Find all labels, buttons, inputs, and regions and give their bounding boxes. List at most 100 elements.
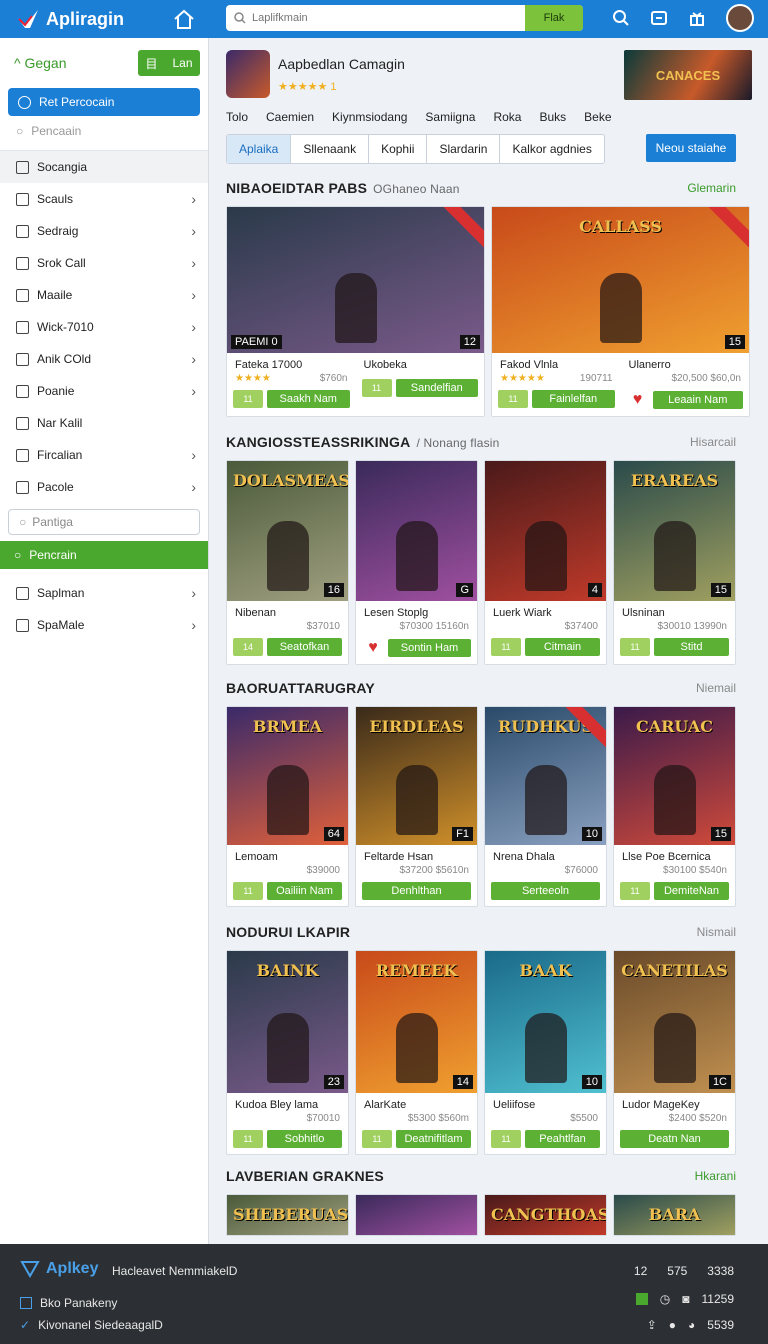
subnav-link[interactable]: Kiynmsiodang <box>332 110 407 124</box>
sidebar-title[interactable]: ^ Gegan <box>14 55 67 71</box>
get-button[interactable]: Seatofkan <box>267 638 342 656</box>
card-artwork[interactable]: BAINK 23 <box>227 951 348 1093</box>
section-see-all-link[interactable]: Nismail <box>697 925 736 939</box>
app-card[interactable]: RUDHKUS 10 Nrena Dhala $76000 Serteeoln <box>484 706 607 907</box>
subnav-link[interactable]: Samiigna <box>425 110 475 124</box>
get-button[interactable]: Sandelfian <box>395 379 478 397</box>
search-button[interactable]: Flak <box>525 5 583 31</box>
get-button[interactable]: Oailiin Nam <box>267 882 342 900</box>
card-artwork[interactable]: RUDHKUS 10 <box>485 707 606 845</box>
tab[interactable]: Kalkor agdnies <box>500 135 603 163</box>
app-card[interactable]: EIRDLEAS F1 Feltarde Hsan $37200 $5610n Denh… <box>355 706 478 907</box>
card-name[interactable]: Ludor MageKey <box>614 1093 735 1111</box>
featured-app[interactable]: Aapbedlan Camagin ★★★★★ 1 CANACES <box>226 50 752 106</box>
sidebar-item[interactable]: Anik COld › <box>0 343 208 375</box>
app-card[interactable]: REMEEK 14 AlarKate $5300 $560m 11 Deatnifitla… <box>355 950 478 1155</box>
card-name[interactable]: Lesen Stoplg <box>356 601 477 619</box>
get-button[interactable]: Deatn Nan <box>620 1130 729 1148</box>
app-card[interactable]: 4 Luerk Wiark $37400 11 Citmain <box>484 460 607 665</box>
tab[interactable]: Aplaika <box>227 135 292 163</box>
card-name[interactable]: Luerk Wiark <box>485 601 606 619</box>
card-name[interactable]: Nibenan <box>227 601 348 619</box>
card-artwork[interactable]: BRMEA 64 <box>227 707 348 845</box>
sidebar-item[interactable]: Wick-7010 › <box>0 311 208 343</box>
sidebar-item[interactable]: Maaile › <box>0 279 208 311</box>
card-name[interactable]: Nrena Dhala <box>485 845 606 863</box>
app-card[interactable]: 12 PAEMI 0 Fateka 17000 ★★★★ $760n 11 Saakh Na… <box>226 206 485 417</box>
card-artwork[interactable]: REMEEK 14 <box>356 951 477 1093</box>
card-name[interactable]: Fakod Vlnla <box>492 353 621 371</box>
featured-banner[interactable]: CANACES <box>624 50 752 100</box>
sidebar-item[interactable]: Socangia <box>0 151 208 183</box>
sidebar-item-active[interactable]: Ret Percocain <box>8 88 200 116</box>
tab[interactable]: Kophii <box>369 135 428 163</box>
featured-app-icon[interactable] <box>226 50 270 98</box>
footer-link[interactable]: ✓ Kivonanel SiedeaagalD <box>20 1318 163 1332</box>
card-name[interactable]: Kudoa Bley lama <box>227 1093 348 1111</box>
get-button[interactable]: Sobhitlo <box>267 1130 342 1148</box>
get-button[interactable]: Leaain Nam <box>652 391 743 409</box>
heart-icon[interactable]: ♥ <box>627 390 649 410</box>
card-artwork[interactable] <box>356 1195 477 1235</box>
card-artwork[interactable]: CALLASS 15 <box>492 207 749 353</box>
card-name[interactable]: Ueliifose <box>485 1093 606 1111</box>
sidebar-item[interactable]: Srok Call › <box>0 247 208 279</box>
tab[interactable]: Slardarin <box>427 135 501 163</box>
app-card[interactable]: BAAK 10 Ueliifose $5500 11 Peahtlfan <box>484 950 607 1155</box>
card-artwork[interactable]: CANGTHOAS <box>485 1195 606 1235</box>
app-card[interactable]: BAINK 23 Kudoa Bley lama $70010 11 Sobhitlo <box>226 950 349 1155</box>
card-artwork[interactable]: ERAREAS 15 <box>614 461 735 601</box>
heart-icon[interactable]: ♥ <box>362 638 384 658</box>
section-see-all-link[interactable]: Hkarani <box>695 1169 736 1183</box>
new-button[interactable]: Neou staiahe <box>646 134 736 162</box>
avatar[interactable] <box>726 4 754 32</box>
app-card[interactable]: BARA <box>613 1194 736 1236</box>
footer-brand[interactable]: Aplkey <box>20 1260 98 1278</box>
sidebar-search-item[interactable]: ○ Pencaain <box>8 118 200 144</box>
sidebar-item[interactable]: Pacole › <box>0 471 208 503</box>
get-button[interactable]: Peahtlfan <box>525 1130 600 1148</box>
card-name[interactable]: Ulsninan <box>614 601 735 619</box>
sidebar-item[interactable]: Poanie › <box>0 375 208 407</box>
get-button[interactable]: Deatnifitlam <box>396 1130 471 1148</box>
card-name[interactable]: Ulanerro <box>621 353 750 371</box>
get-button[interactable]: DemiteNan <box>654 882 729 900</box>
app-card[interactable]: CANETILAS 1C Ludor MageKey $2400 $520n Deatn… <box>613 950 736 1155</box>
card-artwork[interactable]: SHEBERUAS <box>227 1195 348 1235</box>
card-artwork[interactable]: BAAK 10 <box>485 951 606 1093</box>
sidebar-item[interactable]: Nar Kalil <box>0 407 208 439</box>
app-card[interactable]: G Lesen Stoplg $70300 15160n ♥ Sontin Ham <box>355 460 478 665</box>
tab[interactable]: Sllenaank <box>291 135 370 163</box>
card-artwork[interactable]: DOLASMEAS 16 <box>227 461 348 601</box>
card-name[interactable]: Llse Poe Bcernica <box>614 845 735 863</box>
card-artwork[interactable]: EIRDLEAS F1 <box>356 707 477 845</box>
list-view-label[interactable]: Lan <box>172 56 192 70</box>
sidebar-item[interactable]: SpaMale › <box>0 609 208 641</box>
app-card[interactable]: CALLASS 15 Fakod Vlnla ★★★★★ 190711 11 Fainlel… <box>491 206 750 417</box>
subnav-link[interactable]: Beke <box>584 110 611 124</box>
card-artwork[interactable]: 4 <box>485 461 606 601</box>
get-button[interactable]: Fainlelfan <box>532 390 615 408</box>
card-name[interactable]: AlarKate <box>356 1093 477 1111</box>
card-name[interactable]: Ukobeka <box>356 353 485 371</box>
search-input[interactable] <box>252 12 532 24</box>
get-button[interactable]: Citmain <box>525 638 600 656</box>
subnav-link[interactable]: Caemien <box>266 110 314 124</box>
subnav-link[interactable]: Tolo <box>226 110 248 124</box>
card-artwork[interactable]: G <box>356 461 477 601</box>
gift-icon[interactable] <box>688 9 706 27</box>
sidebar-item[interactable]: Fircalian › <box>0 439 208 471</box>
app-card[interactable]: BRMEA 64 Lemoam $39000 11 Oailiin Nam <box>226 706 349 907</box>
card-artwork[interactable]: 12 PAEMI 0 <box>227 207 484 353</box>
home-icon[interactable] <box>172 8 196 30</box>
card-name[interactable]: Fateka 17000 <box>227 353 356 371</box>
magnifier-icon[interactable] <box>612 9 630 27</box>
sidebar-item[interactable]: Sedraig › <box>0 215 208 247</box>
view-toggle[interactable]: 目 Lan <box>138 50 200 76</box>
get-button[interactable]: Denhlthan <box>362 882 471 900</box>
sidebar-item-highlight[interactable]: ○ Pencrain <box>0 541 208 569</box>
get-button[interactable]: Serteeoln <box>491 882 600 900</box>
section-see-all-link[interactable]: Glemarin <box>687 181 736 195</box>
card-artwork[interactable]: BARA <box>614 1195 735 1235</box>
app-card[interactable]: ERAREAS 15 Ulsninan $30010 13990n 11 Stitd <box>613 460 736 665</box>
